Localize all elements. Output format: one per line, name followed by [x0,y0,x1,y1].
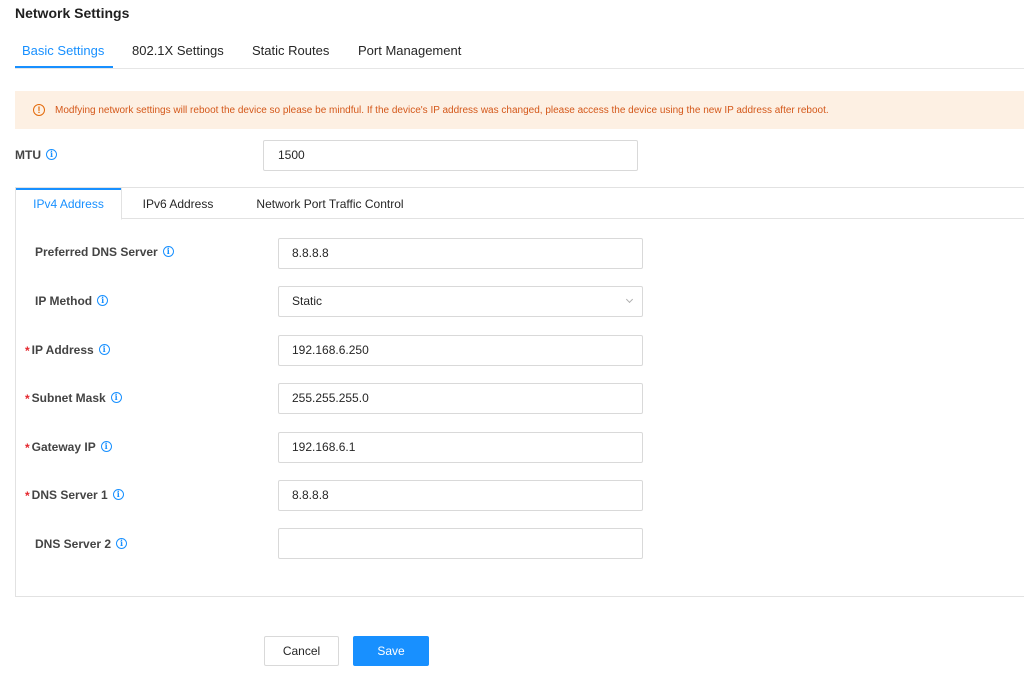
preferred-dns-label: Preferred DNS Server i [35,245,174,259]
gateway-ip-label: * Gateway IP i [25,440,112,455]
ip-settings-tabs: IPv4 Address IPv6 Address Network Port T… [16,188,1024,220]
required-asterisk: * [25,489,30,503]
mtu-label: MTU i [15,148,57,162]
mtu-label-text: MTU [15,148,41,162]
info-icon[interactable]: i [112,489,124,501]
dns-server-1-input[interactable]: 8.8.8.8 [278,480,643,511]
ip-address-input[interactable]: 192.168.6.250 [278,335,643,366]
required-asterisk: * [25,441,30,455]
alert-message: Modfying network settings will reboot th… [55,104,829,116]
preferred-dns-label-text: Preferred DNS Server [35,245,158,259]
subnet-mask-label-text: Subnet Mask [31,391,106,405]
info-icon[interactable]: i [46,149,57,161]
dns-server-1-label-text: DNS Server 1 [31,488,108,502]
mtu-input[interactable]: 1500 [263,140,638,171]
dns-server-2-label-text: DNS Server 2 [35,537,112,551]
warning-alert: ! Modfying network settings will reboot … [15,91,1024,129]
gateway-ip-label-text: Gateway IP [31,440,96,454]
ip-method-label: IP Method i [35,294,109,308]
tab-8021x-settings[interactable]: 802.1X Settings [132,43,224,58]
ip-method-label-text: IP Method [35,294,93,308]
page-title: Network Settings [15,5,130,21]
save-button[interactable]: Save [353,636,429,666]
cancel-button[interactable]: Cancel [264,636,339,666]
tab-basic-settings[interactable]: Basic Settings [22,43,104,58]
ip-method-value: Static [292,294,323,308]
ip-address-label-text: IP Address [31,343,94,357]
settings-tabs: Basic Settings 802.1X Settings Static Ro… [15,33,1024,69]
subnet-mask-input[interactable]: 255.255.255.0 [278,383,643,414]
info-icon[interactable]: i [100,441,112,453]
required-asterisk: * [25,344,30,358]
subnet-mask-label: * Subnet Mask i [25,391,122,406]
exclamation-circle-icon: ! [33,104,45,116]
gateway-ip-input[interactable]: 192.168.6.1 [278,432,643,463]
ip-address-label: * IP Address i [25,343,110,358]
active-tab-indicator [15,66,113,68]
tab-static-routes[interactable]: Static Routes [252,43,329,58]
tab-ipv4-address[interactable]: IPv4 Address [16,188,122,220]
required-asterisk: * [25,392,30,406]
info-icon[interactable]: i [162,246,174,258]
info-icon[interactable]: i [116,538,128,550]
preferred-dns-input[interactable]: 8.8.8.8 [278,238,643,269]
info-icon[interactable]: i [110,392,122,404]
ip-settings-card: IPv4 Address IPv6 Address Network Port T… [15,187,1024,597]
dns-server-2-label: DNS Server 2 i [35,537,128,551]
chevron-down-icon [625,295,634,304]
tab-network-port-traffic-control[interactable]: Network Port Traffic Control [234,188,426,219]
dns-server-1-label: * DNS Server 1 i [25,488,124,503]
tab-port-management[interactable]: Port Management [358,43,461,58]
info-icon[interactable]: i [98,344,110,356]
ip-method-select[interactable]: Static [278,286,643,317]
info-icon[interactable]: i [97,295,109,307]
dns-server-2-input[interactable] [278,528,643,559]
tab-ipv6-address[interactable]: IPv6 Address [122,188,234,219]
